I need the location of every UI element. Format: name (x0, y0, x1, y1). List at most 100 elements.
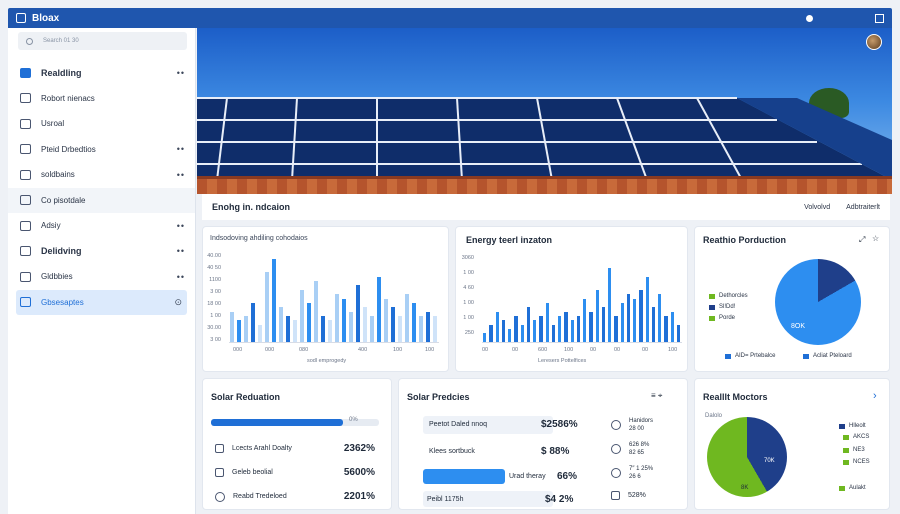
chart-bar (251, 302, 255, 342)
chart-bar (342, 298, 346, 342)
chart-bar (589, 311, 593, 342)
expand-icon[interactable]: ⤢ (859, 235, 865, 245)
more-icon[interactable]: •• (177, 144, 185, 154)
sidebar-item-delidving[interactable]: Delidving •• (8, 239, 195, 265)
document-icon (20, 93, 31, 104)
more-icon[interactable]: •• (177, 221, 185, 231)
sidebar-item-copisotdale[interactable]: Co pisotdale (8, 187, 195, 213)
side-label: Hanidors (629, 418, 654, 424)
legend-item: Porde (709, 315, 735, 321)
x-tick: 00 (482, 347, 489, 353)
pie-label: 8OK (791, 323, 806, 330)
folder-icon (20, 195, 31, 206)
sidebar-item-gbsesaptes[interactable]: Gbsesaptes ⊙ (16, 289, 187, 315)
maximize-icon[interactable] (874, 13, 884, 23)
x-tick: 100 (393, 347, 403, 353)
legend-item: Acliat Pteloard (803, 353, 852, 359)
mail-icon (20, 118, 31, 129)
legend-label: AKCS (853, 434, 870, 440)
sidebar-item-robort[interactable]: Robort nienacs (8, 86, 195, 112)
y-tick: 1 00 (210, 313, 221, 319)
side-label: 7″ 1 25% (629, 466, 654, 472)
chart-bar (412, 302, 416, 342)
sidebar-item-label: Co pisotdale (41, 195, 86, 205)
chart-bar (286, 315, 290, 342)
section-title: Enohg in. ndcaion (212, 202, 290, 212)
x-tick: 000 (265, 347, 275, 353)
star-icon[interactable]: ☆ (872, 234, 879, 243)
chart-bar (489, 324, 493, 342)
progress-fill (211, 419, 343, 426)
row-value: $4 2% (545, 494, 574, 505)
chart-bar (533, 320, 537, 342)
more-icon[interactable]: •• (177, 170, 185, 180)
row-label: Geleb beolial (232, 469, 273, 476)
row-value: $2586% (541, 419, 578, 430)
chart-caption: sodl emprogedy (307, 358, 347, 364)
y-tick: 3060 (461, 255, 474, 261)
sidebar-item-gldbbies[interactable]: Gldbbies •• (8, 264, 195, 290)
chart-bar (608, 268, 612, 342)
card-realllt-moctors: Realllt Moctors › Dalolo 70K 8K Hlleolt … (694, 378, 890, 510)
chart-bar (384, 298, 388, 342)
title-bar: Bloax (8, 8, 892, 28)
more-icon[interactable]: •• (177, 246, 185, 256)
sidebar-item-soldbains[interactable]: soldbains •• (8, 162, 195, 188)
list-item[interactable]: Lcects Arahl Doalty 2362% (215, 443, 375, 454)
chart-bar (508, 328, 512, 342)
sidebar-item-adsiy[interactable]: Adsiy •• (8, 213, 195, 239)
card-toolbar-icons[interactable]: ≡ ⌖ (651, 391, 662, 401)
side-value: 82 65 (629, 450, 645, 456)
search-input[interactable]: Search 01 30 (18, 32, 187, 50)
volvolvd-button[interactable]: Volvolvd (804, 204, 830, 211)
chevron-right-icon[interactable]: › (873, 390, 877, 402)
card-title: Realllt Moctors (703, 392, 768, 402)
sidebar-item-pteid[interactable]: Pteid Drbedtios •• (8, 137, 195, 163)
chart-bar (314, 281, 318, 342)
cloud-icon (215, 444, 224, 453)
legend-item: NE3 (843, 447, 865, 453)
chart-bar (495, 311, 499, 342)
legend-swatch (803, 353, 809, 359)
sidebar-item-label: soldbains (41, 170, 75, 180)
chart-bar (639, 289, 643, 342)
list-item[interactable]: Reabd Tredeloed 2201% (215, 491, 375, 502)
chart-bar (545, 302, 549, 342)
list-item[interactable]: Geleb beolial 5600% (215, 467, 375, 478)
legend-swatch (709, 293, 715, 299)
side-item: Hanidors 28 00 (611, 417, 653, 433)
x-tick: 100 (425, 347, 435, 353)
chart-bar (483, 333, 487, 342)
more-icon[interactable]: •• (177, 68, 185, 78)
row-label: Peibl 1175h (427, 496, 464, 503)
y-tick: 1 00 (463, 315, 474, 321)
chart-bar (558, 315, 562, 342)
more-icon[interactable]: •• (177, 272, 185, 282)
sidebar-item-label: Pteid Drbedtios (41, 144, 96, 154)
x-tick: 00 (512, 347, 519, 353)
side-item: 626 8% 82 65 (611, 441, 649, 457)
avatar[interactable] (866, 34, 882, 50)
sidebar-item-label: Delidving (41, 246, 82, 257)
sidebar-item-realdling[interactable]: Realdling •• (8, 60, 195, 86)
chart-bar (664, 315, 668, 342)
hero-image (197, 28, 892, 194)
sidebar-item-label: Gbsesaptes (41, 297, 84, 307)
record-icon[interactable] (804, 13, 814, 23)
chart-bar (564, 311, 568, 342)
chart-bar (398, 315, 402, 342)
chart-bar (265, 272, 269, 342)
progress-fill (423, 469, 505, 484)
chart-bar (426, 311, 430, 342)
sidebar-item-usroal[interactable]: Usroal (8, 111, 195, 137)
row-label: Klees sortbuck (429, 448, 475, 455)
y-tick: 1100 (209, 277, 221, 283)
row-label: Peetot Daled nnoq (429, 421, 487, 428)
chart-bar (335, 294, 339, 342)
options-icon[interactable]: ⊙ (174, 297, 183, 308)
legend-item: AID= Prtebalce (725, 353, 776, 359)
chart-bar (526, 307, 530, 342)
legend-label: Dethorcles (719, 293, 748, 299)
sidebar-item-label: Usroal (41, 119, 65, 129)
adbtraiterlt-button[interactable]: Adbtraiterlt (846, 204, 880, 211)
